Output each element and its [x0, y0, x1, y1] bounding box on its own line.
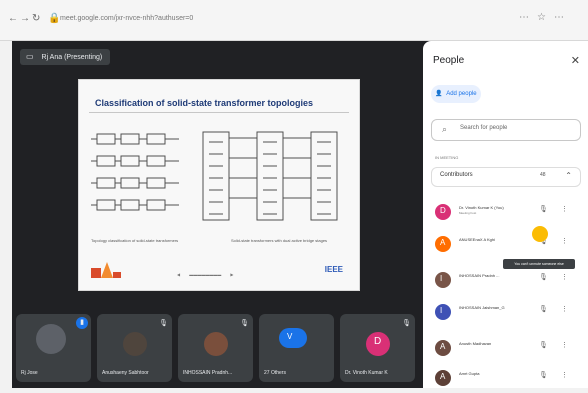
participant-avatar [435, 304, 451, 320]
participant-letter: D [374, 336, 382, 347]
next-icon[interactable]: ▶ [230, 272, 233, 277]
participant-strip: ▮ Rj Jose 🎙 Anushaeny Sabhtoor 🎙 INHOSSA… [16, 314, 426, 386]
others-letter-icon: V [287, 332, 293, 341]
participant-avatar [204, 332, 228, 356]
slide-title: Classification of solid-state transforme… [95, 98, 314, 108]
participant-name: INHOSSAIN Pradnh... [183, 370, 233, 376]
participant-avatar [36, 324, 66, 354]
contributors-dropdown[interactable]: Contributors 48 ⌃ [431, 167, 581, 187]
participant-avatar-letter: A [440, 372, 446, 381]
participant-row[interactable]: D Dr. Vinoth Kumar K (You) Meeting host … [431, 201, 581, 227]
browser-icons[interactable]: ⋯☆⋯ [519, 12, 572, 23]
participant-avatar-letter: I [440, 306, 443, 315]
participant-row[interactable]: A ANUSEEnaX A Kghi 🎙 ⋮ [431, 233, 581, 259]
slide-divider [89, 112, 349, 113]
participant-name: INHOSSAIN Pradnh ... [459, 273, 500, 278]
participant-name: Dr. Vinoth Kumar K (You) [459, 205, 504, 210]
people-panel: People ✕ 👤 Add people ⌕ Search for peopl… [423, 41, 588, 388]
presented-slide: Classification of solid-state transforme… [78, 79, 360, 291]
more-options-icon[interactable]: ⋮ [561, 237, 568, 245]
participant-avatar-letter: D [440, 206, 446, 215]
participant-name: INHOSSAIN Jaishman_G [459, 305, 505, 310]
mic-muted-icon: 🎙 [159, 320, 168, 327]
search-icon: ⌕ [442, 124, 448, 134]
mic-muted-icon: 🎙 [240, 320, 249, 327]
forward-icon[interactable]: → [20, 13, 30, 24]
presentation-icon: ▭ [26, 52, 34, 61]
participant-name: Rj Jose [21, 370, 38, 376]
back-icon[interactable]: ← [8, 13, 18, 24]
participant-name: 27 Others [264, 370, 286, 376]
slide-controls[interactable]: ◀ ▬▬▬▬▬▬▬▬ ▶ [177, 272, 289, 280]
more-options-icon[interactable]: ⋮ [561, 273, 568, 281]
mic-icon[interactable]: 🎙 [539, 341, 548, 349]
participant-name: Anushaeny Sabhtoor [102, 370, 149, 376]
more-options-icon[interactable]: ⋮ [561, 341, 568, 349]
presenting-chip: ▭ Rj Ana (Presenting) [20, 49, 111, 65]
participant-name: ANUSEEnaX A Kghi [459, 237, 496, 242]
right-diagram [202, 131, 338, 221]
chevron-up-icon[interactable]: ⌃ [565, 171, 572, 180]
add-people-label: Add people [446, 91, 477, 97]
left-diagram [91, 133, 179, 211]
participant-avatar [435, 272, 451, 288]
more-options-icon[interactable]: ⋮ [561, 305, 568, 313]
in-meeting-label: IN MEETING [435, 155, 459, 160]
lock-icon: 🔒 [48, 13, 61, 24]
browser-bar: ← → ↻ 🔒 meet.google.com/jxr-nvce-nhh?aut… [0, 0, 588, 41]
mic-icon[interactable]: 🎙 [539, 205, 548, 213]
close-icon[interactable]: ✕ [571, 54, 580, 67]
mic-icon[interactable]: 🎙 [539, 305, 548, 313]
presenting-text: Rj Ana (Presenting) [41, 54, 103, 61]
participant-tile-4[interactable]: V 27 Others [259, 314, 334, 382]
participant-tile-2[interactable]: 🎙 Anushaeny Sabhtoor [97, 314, 172, 382]
mic-on-icon: ▮ [76, 317, 88, 329]
address-bar[interactable]: meet.google.com/jxr-nvce-nhh?authuser=0 [60, 10, 360, 28]
participant-row[interactable]: I INHOSSAIN Pradnh ... 🎙 ⋮ [431, 269, 581, 295]
participant-avatar-letter: I [440, 274, 443, 283]
mute-tooltip: You can't unmute someone else [503, 259, 575, 269]
participant-row[interactable]: A Amrt Gupta 🎙 ⋮ [431, 367, 581, 393]
participant-role: Meeting host [459, 211, 477, 215]
panel-title: People [433, 55, 465, 66]
more-options-icon[interactable]: ⋮ [561, 371, 568, 379]
refresh-icon[interactable]: ↻ [32, 13, 40, 24]
contributors-label: Contributors [440, 172, 473, 178]
mic-icon[interactable]: 🎙 [539, 371, 548, 379]
participant-avatar-letter: A [440, 238, 446, 247]
participant-avatar-letter: A [440, 342, 446, 351]
contributors-count: 48 [540, 172, 546, 178]
add-person-icon: 👤 [435, 91, 443, 97]
participant-tile-3[interactable]: 🎙 INHOSSAIN Pradnh... [178, 314, 253, 382]
right-caption: Solid-state transformers with dual activ… [231, 238, 328, 243]
search-placeholder: Search for people [460, 125, 508, 131]
participant-name: Dr. Vinoth Kumar K [345, 370, 388, 376]
others-avatar [279, 328, 307, 348]
add-people-button[interactable]: 👤 Add people [431, 85, 481, 103]
mic-muted-icon: 🎙 [402, 320, 411, 327]
participant-name: Anusth Madhavan [459, 341, 492, 346]
participant-tile-1[interactable]: ▮ Rj Jose [16, 314, 91, 382]
raised-hand-icon[interactable] [532, 226, 548, 242]
search-field[interactable]: ⌕ Search for people [431, 119, 581, 141]
participant-row[interactable]: A Anusth Madhavan 🎙 ⋮ [431, 337, 581, 363]
previous-icon[interactable]: ◀ [177, 272, 180, 277]
ieee-brand: IEEE [324, 265, 343, 274]
participant-row[interactable]: I INHOSSAIN Jaishman_G 🎙 ⋮ [431, 301, 581, 327]
more-options-icon[interactable]: ⋮ [561, 205, 568, 213]
participant-avatar [123, 332, 147, 356]
mic-icon[interactable]: 🎙 [539, 273, 548, 281]
participant-name: Amrt Gupta [459, 371, 480, 376]
university-logo [91, 262, 121, 278]
participant-tile-5[interactable]: D 🎙 Dr. Vinoth Kumar K [340, 314, 415, 382]
slide-progress: ▬▬▬▬▬▬▬▬ [189, 272, 222, 277]
left-caption: Topology classification of solid-state t… [91, 238, 179, 243]
